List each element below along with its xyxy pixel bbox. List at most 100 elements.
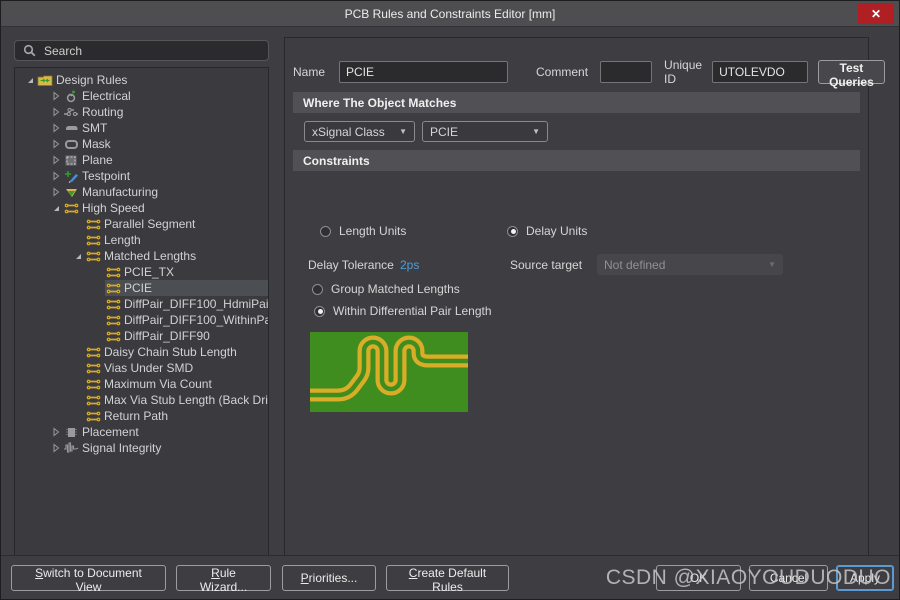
tree-item-smt[interactable]: SMT — [15, 120, 268, 136]
expand-arrow-icon[interactable] — [49, 123, 63, 133]
electrical-icon — [63, 89, 79, 103]
tree-item-pcie[interactable]: PCIE — [15, 280, 268, 296]
search-icon — [21, 44, 37, 58]
tree-item-diffpair-hdmipairs[interactable]: DiffPair_DIFF100_HdmiPairs — [15, 296, 268, 312]
tree-item-vias-under-smd[interactable]: Vias Under SMD — [15, 360, 268, 376]
apply-button[interactable]: Apply — [836, 565, 894, 591]
expand-arrow-icon[interactable] — [49, 427, 63, 437]
tree-item-testpoint[interactable]: Testpoint — [15, 168, 268, 184]
comment-field[interactable] — [600, 61, 652, 83]
ok-button[interactable]: OK — [656, 565, 741, 591]
tree-item-design-rules[interactable]: Design Rules — [15, 72, 268, 88]
tree-item-return-path[interactable]: Return Path — [15, 408, 268, 424]
name-field[interactable] — [339, 61, 508, 83]
within-diff-pair-radio[interactable]: Within Differential Pair Length — [314, 304, 492, 318]
tree-item-placement[interactable]: Placement — [15, 424, 268, 440]
rule-icon — [85, 249, 101, 263]
tree-item-label: PCIE_TX — [124, 265, 174, 279]
tree-item-pcie-tx[interactable]: PCIE_TX — [15, 264, 268, 280]
signal-integrity-icon — [63, 441, 79, 455]
radio-icon[interactable] — [312, 284, 323, 295]
rules-tree[interactable]: Design Rules Electrical Routing SMT Mask… — [14, 67, 269, 557]
expand-arrow-icon[interactable] — [49, 187, 63, 197]
radio-icon[interactable] — [314, 306, 325, 317]
search-input[interactable]: Search — [14, 40, 269, 61]
rule-icon — [105, 281, 121, 295]
rule-icon — [85, 393, 101, 407]
tree-item-high-speed[interactable]: High Speed — [15, 200, 268, 216]
delay-tolerance-value[interactable]: 2ps — [400, 258, 419, 272]
radio-icon[interactable] — [320, 226, 331, 237]
tree-item-label: Max Via Stub Length (Back Drilling — [104, 393, 268, 407]
scope-dropdown[interactable]: xSignal Class▼ — [304, 121, 415, 142]
tree-item-label: Length — [104, 233, 141, 247]
group-matched-radio[interactable]: Group Matched Lengths — [312, 282, 460, 296]
tree-item-routing[interactable]: Routing — [15, 104, 268, 120]
expand-arrow-icon[interactable] — [49, 203, 63, 213]
constraints-area: Length Units Delay Units Delay Tolerance… — [285, 171, 868, 556]
expand-arrow-icon[interactable] — [49, 91, 63, 101]
length-units-radio[interactable]: Length Units — [320, 224, 406, 238]
create-default-rules-button[interactable]: Create Default Rules — [386, 565, 509, 591]
tree-item-maximum-via-count[interactable]: Maximum Via Count — [15, 376, 268, 392]
rule-wizard-button[interactable]: Rule Wizard... — [176, 565, 271, 591]
tree-item-label: Manufacturing — [82, 185, 158, 199]
expand-arrow-icon[interactable] — [23, 75, 37, 85]
match-value-dropdown[interactable]: PCIE▼ — [422, 121, 548, 142]
expand-arrow-icon[interactable] — [49, 171, 63, 181]
rule-icon — [105, 265, 121, 279]
expand-arrow-icon[interactable] — [49, 139, 63, 149]
tree-item-mask[interactable]: Mask — [15, 136, 268, 152]
tree-item-label: Electrical — [82, 89, 131, 103]
footer: Switch to Document View Rule Wizard... P… — [1, 555, 899, 599]
placement-icon — [63, 425, 79, 439]
mask-icon — [63, 137, 79, 151]
expand-arrow-icon[interactable] — [49, 443, 63, 453]
rule-icon — [85, 217, 101, 231]
tree-item-matched-lengths[interactable]: Matched Lengths — [15, 248, 268, 264]
priorities-button[interactable]: Priorities... — [282, 565, 376, 591]
cancel-button[interactable]: Cancel — [749, 565, 828, 591]
comment-label: Comment — [536, 65, 588, 79]
unique-id-field[interactable] — [712, 61, 808, 83]
tree-item-label: SMT — [82, 121, 107, 135]
rule-icon — [105, 297, 121, 311]
tree-item-max-via-stub[interactable]: Max Via Stub Length (Back Drilling — [15, 392, 268, 408]
tree-item-label: DiffPair_DIFF90 — [124, 329, 210, 343]
delay-units-radio[interactable]: Delay Units — [507, 224, 587, 238]
switch-document-view-button[interactable]: Switch to Document View — [11, 565, 166, 591]
expand-arrow-icon[interactable] — [71, 251, 85, 261]
tree-item-manufacturing[interactable]: Manufacturing — [15, 184, 268, 200]
source-target-dropdown: Not defined▼ — [597, 254, 783, 275]
tree-item-diffpair-diff90[interactable]: DiffPair_DIFF90 — [15, 328, 268, 344]
tree-item-label: Daisy Chain Stub Length — [104, 345, 237, 359]
rule-icon — [105, 329, 121, 343]
source-target-label: Source target — [510, 258, 582, 272]
tree-item-diffpair-withinpairs[interactable]: DiffPair_DIFF100_WithinPairs — [15, 312, 268, 328]
rule-icon — [63, 201, 79, 215]
tree-item-label: Testpoint — [82, 169, 130, 183]
tree-item-daisy-chain[interactable]: Daisy Chain Stub Length — [15, 344, 268, 360]
close-icon[interactable]: ✕ — [858, 3, 894, 24]
tree-item-length[interactable]: Length — [15, 232, 268, 248]
tree-item-signal-integrity[interactable]: Signal Integrity — [15, 440, 268, 456]
rule-editor-panel: Name Comment Unique ID Test Queries Wher… — [284, 37, 869, 557]
tree-item-plane[interactable]: Plane — [15, 152, 268, 168]
tree-item-parallel-segment[interactable]: Parallel Segment — [15, 216, 268, 232]
tree-item-label: Routing — [82, 105, 123, 119]
routing-icon — [63, 105, 79, 119]
serpentine-trace-image — [310, 332, 468, 412]
chevron-down-icon: ▼ — [532, 127, 540, 136]
tree-item-label: Maximum Via Count — [104, 377, 212, 391]
search-placeholder: Search — [44, 44, 82, 58]
expand-arrow-icon[interactable] — [49, 155, 63, 165]
tree-item-label: Signal Integrity — [82, 441, 161, 455]
radio-icon[interactable] — [507, 226, 518, 237]
tree-item-label: Mask — [82, 137, 111, 151]
titlebar[interactable]: PCB Rules and Constraints Editor [mm] ✕ — [1, 1, 899, 27]
tree-item-label: Parallel Segment — [104, 217, 195, 231]
tree-item-electrical[interactable]: Electrical — [15, 88, 268, 104]
expand-arrow-icon[interactable] — [49, 107, 63, 117]
manufacturing-icon — [63, 185, 79, 199]
test-queries-button[interactable]: Test Queries — [818, 60, 885, 84]
